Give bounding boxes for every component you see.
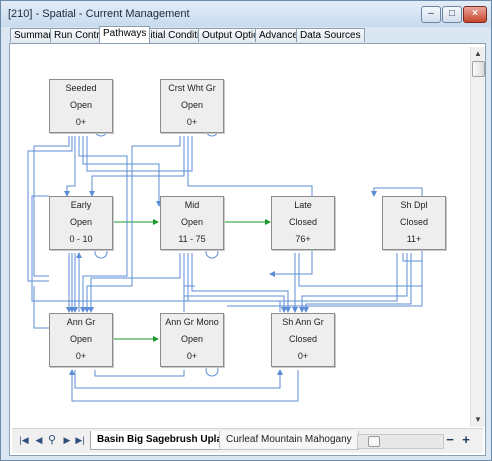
state-box-ann-gr[interactable]: Ann Gr Open 0+ <box>49 313 113 367</box>
state-box-mid[interactable]: Mid Open 11 - 75 <box>160 196 224 250</box>
scroll-up-arrow-icon[interactable]: ▲ <box>471 47 485 61</box>
state-cover: Open <box>180 100 204 110</box>
state-cover: Open <box>69 100 93 110</box>
state-name: Mid <box>184 200 200 210</box>
state-age: 0+ <box>75 351 87 361</box>
state-cover: Closed <box>288 217 317 227</box>
state-box-sh-dpl[interactable]: Sh Dpl Closed 11+ <box>382 196 446 250</box>
state-cover: Closed <box>288 334 317 344</box>
state-age: 0+ <box>297 351 309 361</box>
state-cover: Open <box>69 217 93 227</box>
previous-sheet-icon[interactable]: ◀ <box>33 433 45 447</box>
tab-data-sources[interactable]: Data Sources <box>296 28 365 42</box>
state-name: Seeded <box>65 83 97 93</box>
zoom-out-button[interactable]: − <box>444 432 456 447</box>
close-button[interactable]: × <box>463 6 487 23</box>
state-age: 0+ <box>186 117 198 127</box>
state-name: Sh Ann Gr <box>282 317 324 327</box>
zoom-in-button[interactable]: + <box>460 432 472 447</box>
state-box-early[interactable]: Early Open 0 - 10 <box>49 196 113 250</box>
window-title: [210] - Spatial - Current Management <box>8 8 190 20</box>
last-sheet-icon[interactable]: ▶| <box>74 433 86 447</box>
minimize-button[interactable]: – <box>421 6 441 23</box>
state-age: 0+ <box>75 117 87 127</box>
horizontal-scrollbar[interactable] <box>357 434 444 449</box>
tab-pathways[interactable]: Pathways <box>99 26 151 43</box>
pathway-diagram[interactable]: Seeded Open 0+ Crst Wht Gr Open 0+ Early… <box>12 46 469 425</box>
sheet-bar: |◀ ◀ ⚲ ▶ ▶| Basin Big Sagebrush Upland C… <box>12 428 483 453</box>
maximize-button[interactable]: □ <box>442 6 462 23</box>
state-cover: Open <box>180 217 204 227</box>
state-cover: Closed <box>399 217 428 227</box>
state-name: Ann Gr <box>66 317 96 327</box>
scroll-down-arrow-icon[interactable]: ▼ <box>471 413 485 427</box>
state-age: 0 - 10 <box>69 234 93 244</box>
sheet-tab-curleaf-mountain-mahogany[interactable]: Curleaf Mountain Mahogany <box>219 431 359 450</box>
state-name: Crst Wht Gr <box>168 83 216 93</box>
state-age: 11 - 75 <box>178 234 206 244</box>
state-box-seeded[interactable]: Seeded Open 0+ <box>49 79 113 133</box>
state-name: Ann Gr Mono <box>165 317 219 327</box>
next-sheet-icon[interactable]: ▶ <box>61 433 73 447</box>
state-box-ann-gr-mono[interactable]: Ann Gr Mono Open 0+ <box>160 313 224 367</box>
state-box-late[interactable]: Late Closed 76+ <box>271 196 335 250</box>
window: [210] - Spatial - Current Management – □… <box>0 0 492 461</box>
horizontal-scroll-thumb[interactable] <box>368 436 380 447</box>
state-age: 0+ <box>186 351 198 361</box>
title-bar[interactable]: [210] - Spatial - Current Management – □… <box>1 1 491 27</box>
magnifier-icon[interactable]: ⚲ <box>46 433 58 447</box>
state-cover: Open <box>69 334 93 344</box>
vertical-scrollbar[interactable]: ▲ ▼ <box>470 47 485 427</box>
scroll-thumb[interactable] <box>472 61 485 77</box>
state-name: Late <box>294 200 312 210</box>
pathways-panel: Seeded Open 0+ Crst Wht Gr Open 0+ Early… <box>9 43 486 456</box>
state-age: 76+ <box>295 234 311 244</box>
state-name: Early <box>70 200 92 210</box>
state-cover: Open <box>180 334 204 344</box>
state-box-crst-wht-gr[interactable]: Crst Wht Gr Open 0+ <box>160 79 224 133</box>
state-age: 11+ <box>406 234 422 244</box>
state-name: Sh Dpl <box>400 200 428 210</box>
state-box-sh-ann-gr[interactable]: Sh Ann Gr Closed 0+ <box>271 313 335 367</box>
first-sheet-icon[interactable]: |◀ <box>18 433 30 447</box>
